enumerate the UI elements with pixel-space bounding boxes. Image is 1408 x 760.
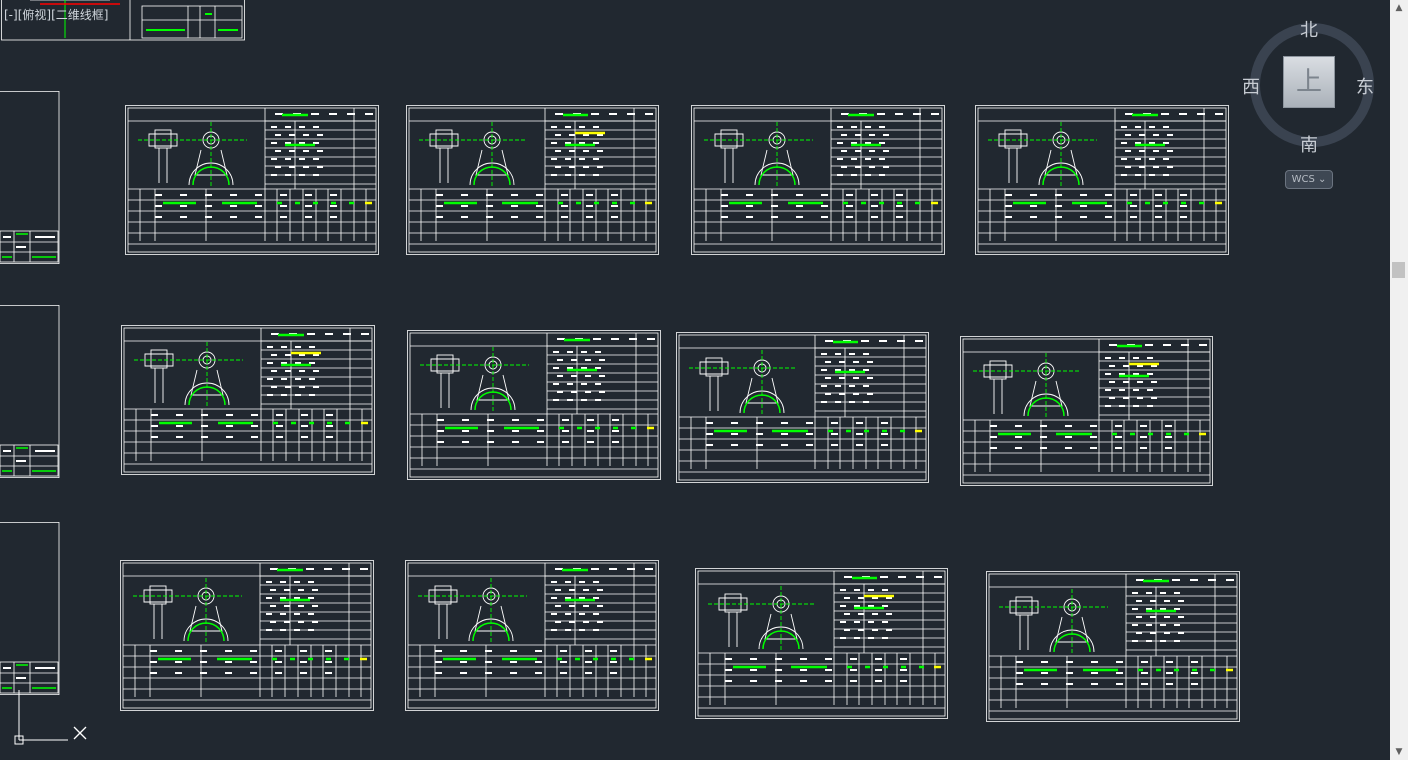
viewcube-top-face[interactable]: 上 — [1283, 56, 1335, 108]
drawing-sheet[interactable] — [407, 330, 661, 480]
drawing-canvas[interactable]: [-][俯视][二维线框] 北 南 西 东 上 WCS ⌄ — [0, 0, 1390, 760]
compass-north[interactable]: 北 — [1300, 16, 1318, 42]
scroll-up-icon[interactable]: ▲ — [1390, 0, 1408, 16]
wcs-label: WCS — [1291, 174, 1315, 185]
drawing-sheet[interactable] — [960, 336, 1213, 486]
drawing-sheet[interactable] — [120, 560, 374, 711]
drawing-sheet[interactable] — [676, 332, 929, 483]
compass-south[interactable]: 南 — [1300, 131, 1318, 157]
crosshair-x-icon — [73, 726, 87, 740]
drawing-sheet[interactable] — [406, 105, 659, 255]
viewcube[interactable]: 北 南 西 东 上 WCS ⌄ — [1240, 15, 1380, 215]
chevron-down-icon: ⌄ — [1318, 174, 1327, 185]
drawing-sheet[interactable] — [405, 560, 659, 711]
compass-east[interactable]: 东 — [1356, 73, 1374, 99]
scroll-down-icon[interactable]: ▼ — [1390, 744, 1408, 760]
drawing-sheet[interactable] — [695, 568, 948, 719]
drawing-sheet[interactable] — [986, 571, 1240, 722]
view-mode[interactable]: [俯视] — [18, 8, 51, 22]
drawing-sheet[interactable] — [125, 105, 379, 255]
ucs-icon — [14, 690, 68, 745]
viewport-controls-label[interactable]: [-][俯视][二维线框] — [4, 6, 108, 23]
wcs-menu-button[interactable]: WCS ⌄ — [1285, 170, 1333, 189]
vertical-scrollbar[interactable]: ▲ ▼ — [1390, 0, 1408, 760]
scrollbar-thumb[interactable] — [1392, 262, 1405, 278]
visual-style[interactable]: [二维线框] — [51, 8, 108, 22]
drawing-sheet[interactable] — [975, 105, 1229, 255]
drawing-sheet[interactable] — [121, 325, 375, 475]
compass-west[interactable]: 西 — [1242, 73, 1260, 99]
drawing-sheet[interactable] — [691, 105, 945, 255]
viewport-menu[interactable]: [-] — [4, 8, 18, 22]
